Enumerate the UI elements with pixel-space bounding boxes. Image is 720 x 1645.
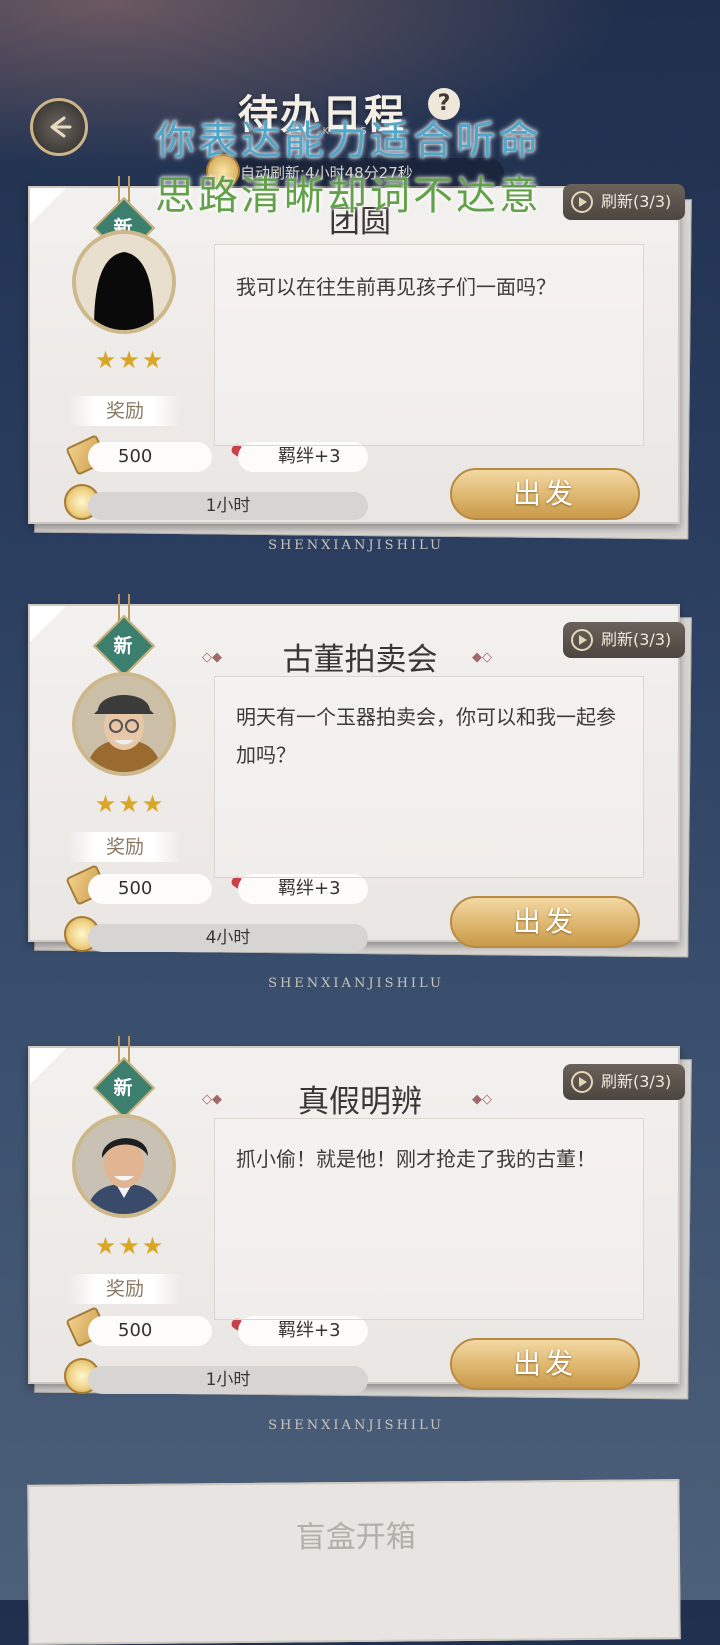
duration-bar: 1小时 [88, 492, 368, 520]
bond-reward: 羁绊+3 [238, 442, 368, 472]
title-ornament-right: ◆◇ [472, 1092, 492, 1107]
avatar-silhouette-icon [76, 234, 172, 330]
dialog-message: 我可以在往生前再见孩子们一面吗？ [236, 275, 556, 299]
duration-bar: 4小时 [88, 924, 368, 952]
task-title: 古董拍卖会 [282, 642, 438, 678]
coin-reward: 500 [88, 1316, 212, 1346]
card-footer: SHENXIANJISHILU [268, 538, 444, 553]
star-rating: ★★★ [94, 346, 166, 374]
refresh-button[interactable]: 刷新(3/3) [563, 1064, 685, 1100]
task-card-1: 新 团圆 刷新(3/3) ★★★ 奖励 500 ❤ 羁绊+3 1小时 出发 我可… [28, 176, 692, 553]
refresh-button[interactable]: 刷新(3/3) [563, 622, 685, 658]
depart-button[interactable]: 出发 [450, 896, 640, 948]
star-rating: ★★★ [94, 1232, 166, 1260]
overlay-caption-2: 思路清晰却词不达意 [155, 173, 542, 219]
refresh-label: 刷新(3/3) [601, 630, 672, 649]
depart-button[interactable]: 出发 [450, 1338, 640, 1390]
coin-reward: 500 [88, 442, 212, 472]
title-ornament-right: ◆◇ [472, 650, 492, 665]
reward-label: 奖励 [68, 396, 182, 426]
new-badge-label: 新 [113, 1077, 133, 1099]
paper-corner [30, 1048, 66, 1084]
reward-label: 奖励 [68, 1274, 182, 1304]
back-arrow-icon [50, 116, 72, 138]
refresh-label: 刷新(3/3) [601, 1072, 672, 1091]
task-card-2: 新 ◇◆ 古董拍卖会 ◆◇ 刷新(3/3) ★★★ 奖励 500 ❤ 羁绊+3 … [28, 594, 692, 991]
man-portrait-icon [76, 1118, 172, 1214]
header: 待办日程 ? S K S 自动刷新:4小时48分27秒 你表达能力适合听命 思路… [0, 0, 720, 219]
coin-reward: 500 [88, 874, 212, 904]
overlay-caption-1: 你表达能力适合听命 [155, 118, 542, 164]
paper-corner [30, 606, 66, 642]
back-button[interactable] [30, 98, 88, 156]
card-paper: 新 团圆 刷新(3/3) ★★★ 奖励 500 ❤ 羁绊+3 1小时 出发 我可… [28, 176, 685, 553]
dialog-message: 明天有一个玉器拍卖会，你可以和我一起参加吗？ [236, 705, 616, 767]
task-card-4-partial: 盲盒开箱 [27, 1479, 681, 1645]
duration-bar: 1小时 [88, 1366, 368, 1394]
bond-reward: 羁绊+3 [238, 1316, 368, 1346]
card-footer: SHENXIANJISHILU [268, 1418, 444, 1433]
card-footer: SHENXIANJISHILU [268, 976, 444, 991]
star-rating: ★★★ [94, 790, 166, 818]
depart-button[interactable]: 出发 [450, 468, 640, 520]
character-avatar[interactable] [72, 672, 176, 776]
task-title: 盲盒开箱 [295, 1519, 416, 1556]
card-paper: 新 ◇◆ 古董拍卖会 ◆◇ 刷新(3/3) ★★★ 奖励 500 ❤ 羁绊+3 … [28, 594, 685, 991]
task-title: 真假明辨 [298, 1084, 422, 1120]
new-badge-label: 新 [113, 635, 133, 657]
card-paper: 新 ◇◆ 真假明辨 ◆◇ 刷新(3/3) ★★★ 奖励 500 ❤ 羁绊+3 1… [28, 1036, 685, 1433]
bond-reward: 羁绊+3 [238, 874, 368, 904]
dialog-message: 抓小偷！就是他！刚才抢走了我的古董！ [236, 1147, 596, 1171]
task-card-3: 新 ◇◆ 真假明辨 ◆◇ 刷新(3/3) ★★★ 奖励 500 ❤ 羁绊+3 1… [28, 1036, 692, 1433]
play-icon [571, 1071, 593, 1093]
play-icon [571, 629, 593, 651]
character-avatar[interactable] [72, 1114, 176, 1218]
elderly-man-portrait-icon [76, 676, 172, 772]
character-avatar[interactable] [72, 230, 176, 334]
reward-label: 奖励 [68, 832, 182, 862]
